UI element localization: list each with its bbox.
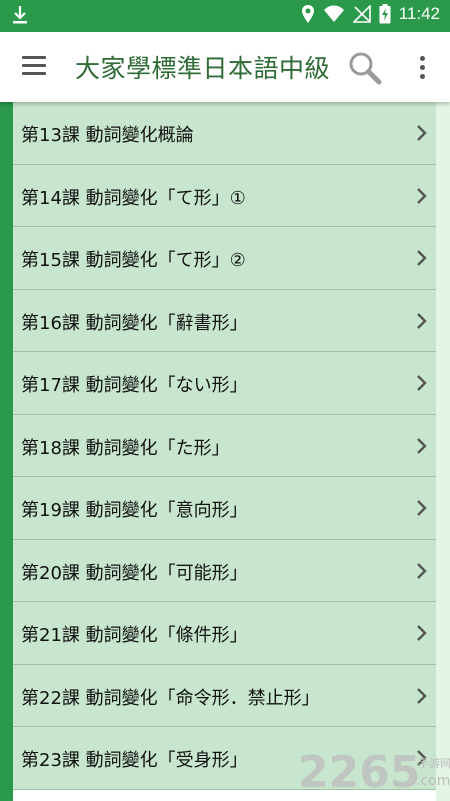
no-signal-icon — [352, 5, 371, 23]
list-item[interactable]: 第15課 動詞變化「て形」② — [13, 227, 436, 290]
lesson-title: 第20課 動詞變化「可能形」 — [21, 562, 248, 584]
lesson-list-container: 第13課 動詞變化概論第14課 動詞變化「て形」① 第15課 動詞變化「て形」② 第… — [0, 102, 450, 801]
lesson-title: 第23課 動詞變化「受身形」 — [21, 750, 248, 771]
list-item[interactable]: 第14課 動詞變化「て形」① — [13, 164, 436, 227]
right-edge-strip — [436, 102, 450, 801]
list-item[interactable]: 第18課 動詞變化「た形」 — [13, 414, 436, 477]
lesson-title: 第14課 動詞變化「て形」① — [21, 187, 246, 209]
chevron-right-icon — [417, 562, 427, 579]
status-time: 11:42 — [398, 4, 440, 23]
lesson-title: 第15課 動詞變化「て形」② — [21, 250, 246, 271]
list-item[interactable]: 第17課 動詞變化「ない形」 — [13, 352, 436, 415]
list-item[interactable]: 第20課 動詞變化「可能形」 — [13, 539, 436, 602]
page-title: 大家學標準日本語中級 — [75, 54, 331, 83]
lesson-title: 第21課 動詞變化「條件形」 — [21, 625, 248, 646]
list-item[interactable]: 第16課 動詞變化「辭書形」 — [13, 289, 436, 352]
download-icon — [13, 6, 27, 24]
search-icon[interactable] — [347, 50, 383, 86]
lesson-title: 第18課 動詞變化「た形」 — [21, 437, 230, 459]
svg-text:2265: 2265 — [298, 747, 420, 793]
chevron-right-icon — [417, 312, 427, 329]
chevron-right-icon — [417, 125, 427, 141]
list-item[interactable]: 第19課 動詞變化「意向形」 — [13, 477, 436, 540]
lesson-title: 第16課 動詞變化「辭書形」 — [21, 312, 248, 334]
svg-text:.com: .com — [416, 773, 450, 789]
chevron-right-icon — [417, 687, 427, 704]
chevron-right-icon — [417, 250, 427, 266]
chevron-right-icon — [417, 187, 427, 204]
lesson-title: 第19課 動詞變化「意向形」 — [21, 500, 248, 521]
watermark-logo: 2265 手游网 .com — [298, 747, 450, 793]
svg-text:手游网: 手游网 — [418, 756, 450, 770]
wifi-icon — [323, 5, 344, 22]
chevron-right-icon — [417, 625, 427, 641]
list-item[interactable]: 第22課 動詞變化「命令形．禁止形」 — [13, 664, 436, 727]
status-bar: 11:42 — [0, 0, 450, 32]
left-accent-bar — [0, 102, 13, 801]
chevron-right-icon — [417, 500, 427, 516]
battery-charging-icon — [379, 4, 391, 24]
lesson-list: 第13課 動詞變化概論第14課 動詞變化「て形」① 第15課 動詞變化「て形」② 第… — [13, 102, 436, 790]
menu-icon[interactable] — [22, 56, 48, 78]
list-item[interactable]: 第13課 動詞變化概論 — [13, 102, 436, 165]
app-bar: 大家學標準日本語中級 — [0, 32, 450, 102]
lesson-title: 第17課 動詞變化「ない形」 — [21, 375, 248, 396]
lesson-title: 第13課 動詞變化概論 — [21, 125, 194, 146]
chevron-right-icon — [417, 437, 427, 454]
list-item[interactable]: 第21課 動詞變化「條件形」 — [13, 602, 436, 665]
location-icon — [301, 5, 314, 23]
lesson-title: 第22課 動詞變化「命令形．禁止形」 — [21, 687, 320, 709]
chevron-right-icon — [417, 375, 427, 391]
more-vert-icon[interactable] — [414, 54, 430, 82]
